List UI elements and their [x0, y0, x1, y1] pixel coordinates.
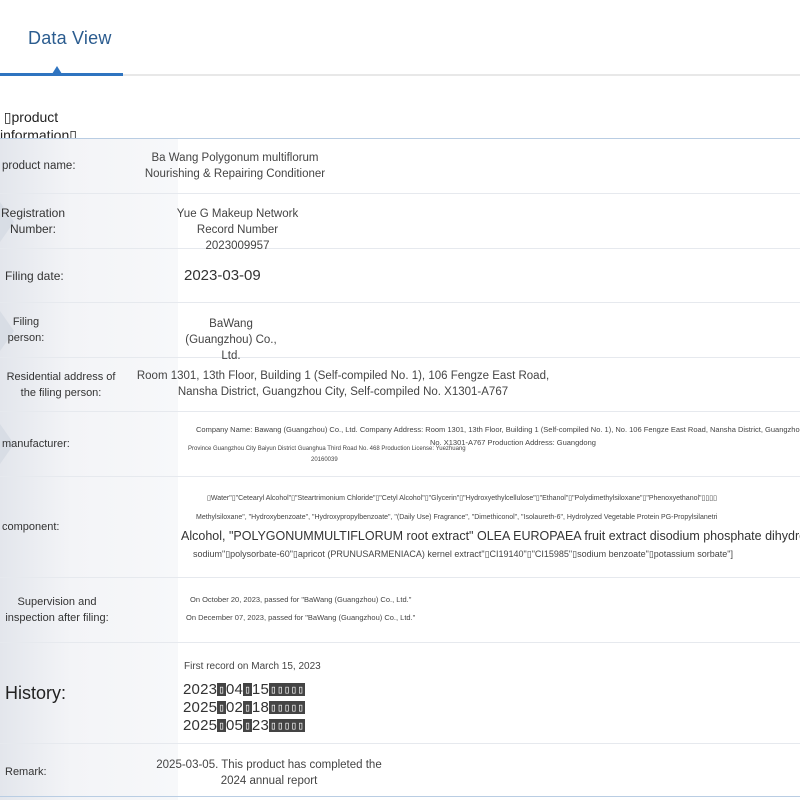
row-remark: Remark: 2025-03-05. This product has com… [0, 744, 800, 800]
component-label: component: [2, 521, 60, 533]
product-name-value: Ba Wang Polygonum multiflorum Nourishing… [144, 152, 326, 180]
history-day: 15 [251, 681, 270, 698]
row-history: History: First record on March 15, 2023 … [0, 643, 800, 744]
filing-person-value: BaWang (Guangzhou) Co., Ltd. [185, 318, 277, 362]
history-entry: 2023▯04▯15▯▯▯▯▯ [183, 681, 306, 699]
row-component: component: ▯Water"▯"Cetearyl Alcohol"▯"S… [0, 477, 800, 578]
history-year: 2023 [183, 681, 218, 698]
history-month: 02 [226, 699, 244, 716]
history-glyph-box: ▯ [217, 719, 226, 732]
history-day: 23 [251, 717, 270, 734]
manufacturer-line-1: Company Name: Bawang (Guangzhou) Co., Lt… [196, 425, 800, 434]
history-year: 2025 [183, 699, 218, 716]
row-residential-address: Residential address of the filing person… [0, 358, 800, 412]
product-name-label: product name: [2, 160, 76, 172]
history-glyph-box: ▯▯▯▯▯ [269, 701, 306, 714]
row-manufacturer: manufacturer: Company Name: Bawang (Guan… [0, 412, 800, 477]
history-year: 2025 [183, 717, 218, 734]
manufacturer-line-4: 20160039 [311, 457, 338, 463]
history-glyph-box: ▯▯▯▯▯ [269, 683, 306, 696]
history-entries: 2023▯04▯15▯▯▯▯▯ 2025▯02▯18▯▯▯▯▯ 2025▯05▯… [183, 681, 306, 735]
manufacturer-line-3: Province Guangzhou City Baiyun District … [188, 446, 466, 452]
manufacturer-label: manufacturer: [2, 438, 70, 450]
component-line-1: ▯Water"▯"Cetearyl Alcohol"▯"Steartrimoni… [207, 495, 717, 502]
history-glyph-box: ▯▯▯▯▯ [269, 719, 306, 732]
history-glyph-box: ▯ [243, 719, 252, 732]
supervision-line-2: On December 07, 2023, passed for "BaWang… [186, 613, 416, 622]
registration-number-value: Yue G Makeup Network Record Number 20230… [176, 208, 299, 252]
history-label: History: [5, 683, 67, 703]
residential-address-value: Room 1301, 13th Floor, Building 1 (Self-… [136, 370, 550, 398]
filing-person-label: Filing person: [7, 316, 45, 344]
history-glyph-box: ▯ [243, 683, 252, 696]
component-line-2: Methylsiloxane", "Hydroxybenzoate", "Hyd… [196, 514, 718, 521]
history-entry: 2025▯02▯18▯▯▯▯▯ [183, 699, 306, 717]
residential-address-label: Residential address of the filing person… [6, 370, 116, 399]
component-line-4: sodium"▯polysorbate-60"▯apricot (PRUNUSA… [193, 549, 734, 559]
component-line-3: Alcohol, "POLYGONUMMULTIFLORUM root extr… [181, 529, 800, 543]
data-view-page: Data View ▯product information▯ product … [0, 0, 800, 800]
supervision-label: Supervision and inspection after filing: [5, 596, 109, 624]
history-glyph-box: ▯ [243, 701, 252, 714]
history-day: 18 [251, 699, 270, 716]
remark-value: 2025-03-05. This product has completed t… [156, 759, 382, 787]
tab-active-underline [0, 73, 123, 76]
row-product-name: product name: Ba Wang Polygonum multiflo… [0, 139, 800, 194]
history-entry: 2025▯05▯23▯▯▯▯▯ [183, 717, 306, 735]
history-glyph-box: ▯ [217, 701, 226, 714]
tab-bar: Data View [0, 0, 800, 78]
filing-date-label: Filing date: [5, 268, 64, 283]
registration-number-label: Registration Number: [0, 206, 66, 236]
row-supervision: Supervision and inspection after filing:… [0, 578, 800, 643]
tab-data-view-label: Data View [28, 28, 112, 48]
filing-date-value: 2023-03-09 [184, 267, 261, 284]
row-filing-person: Filing person: BaWang (Guangzhou) Co., L… [0, 303, 800, 362]
remark-label: Remark: [5, 766, 47, 778]
tab-data-view[interactable]: Data View [0, 0, 123, 78]
product-info-table: product name: Ba Wang Polygonum multiflo… [0, 139, 800, 800]
history-month: 05 [226, 717, 244, 734]
table-bottom-border [0, 796, 800, 797]
supervision-line-1: On October 20, 2023, passed for "BaWang … [190, 595, 412, 604]
history-month: 04 [226, 681, 244, 698]
tab-bar-divider [123, 74, 800, 76]
row-filing-date: Filing date: 2023-03-09 [0, 249, 800, 303]
history-first-record: First record on March 15, 2023 [184, 661, 321, 672]
row-registration-number: Registration Number: Yue G Makeup Networ… [0, 194, 800, 252]
history-glyph-box: ▯ [217, 683, 226, 696]
